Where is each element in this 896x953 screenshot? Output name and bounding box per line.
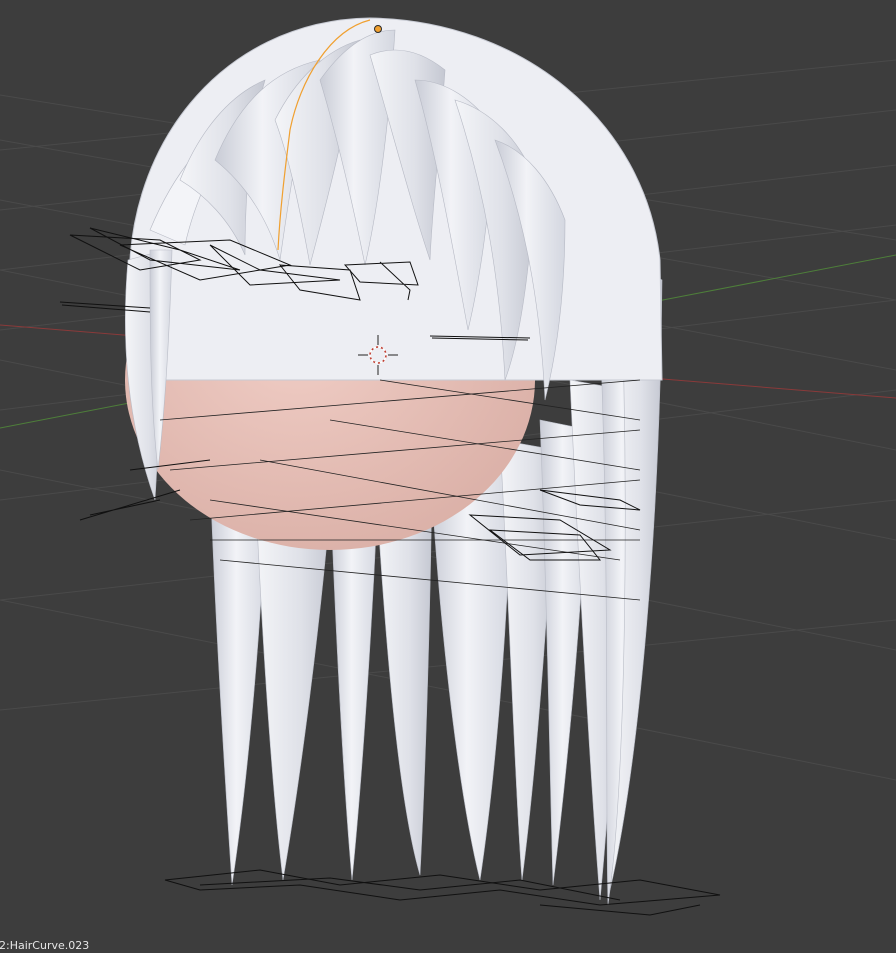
3d-viewport[interactable]: 02:HairCurve.023 [0, 0, 896, 953]
viewport-canvas[interactable] [0, 0, 896, 953]
selected-object-label: 02:HairCurve.023 [0, 939, 90, 952]
curve-control-point[interactable] [374, 25, 382, 33]
